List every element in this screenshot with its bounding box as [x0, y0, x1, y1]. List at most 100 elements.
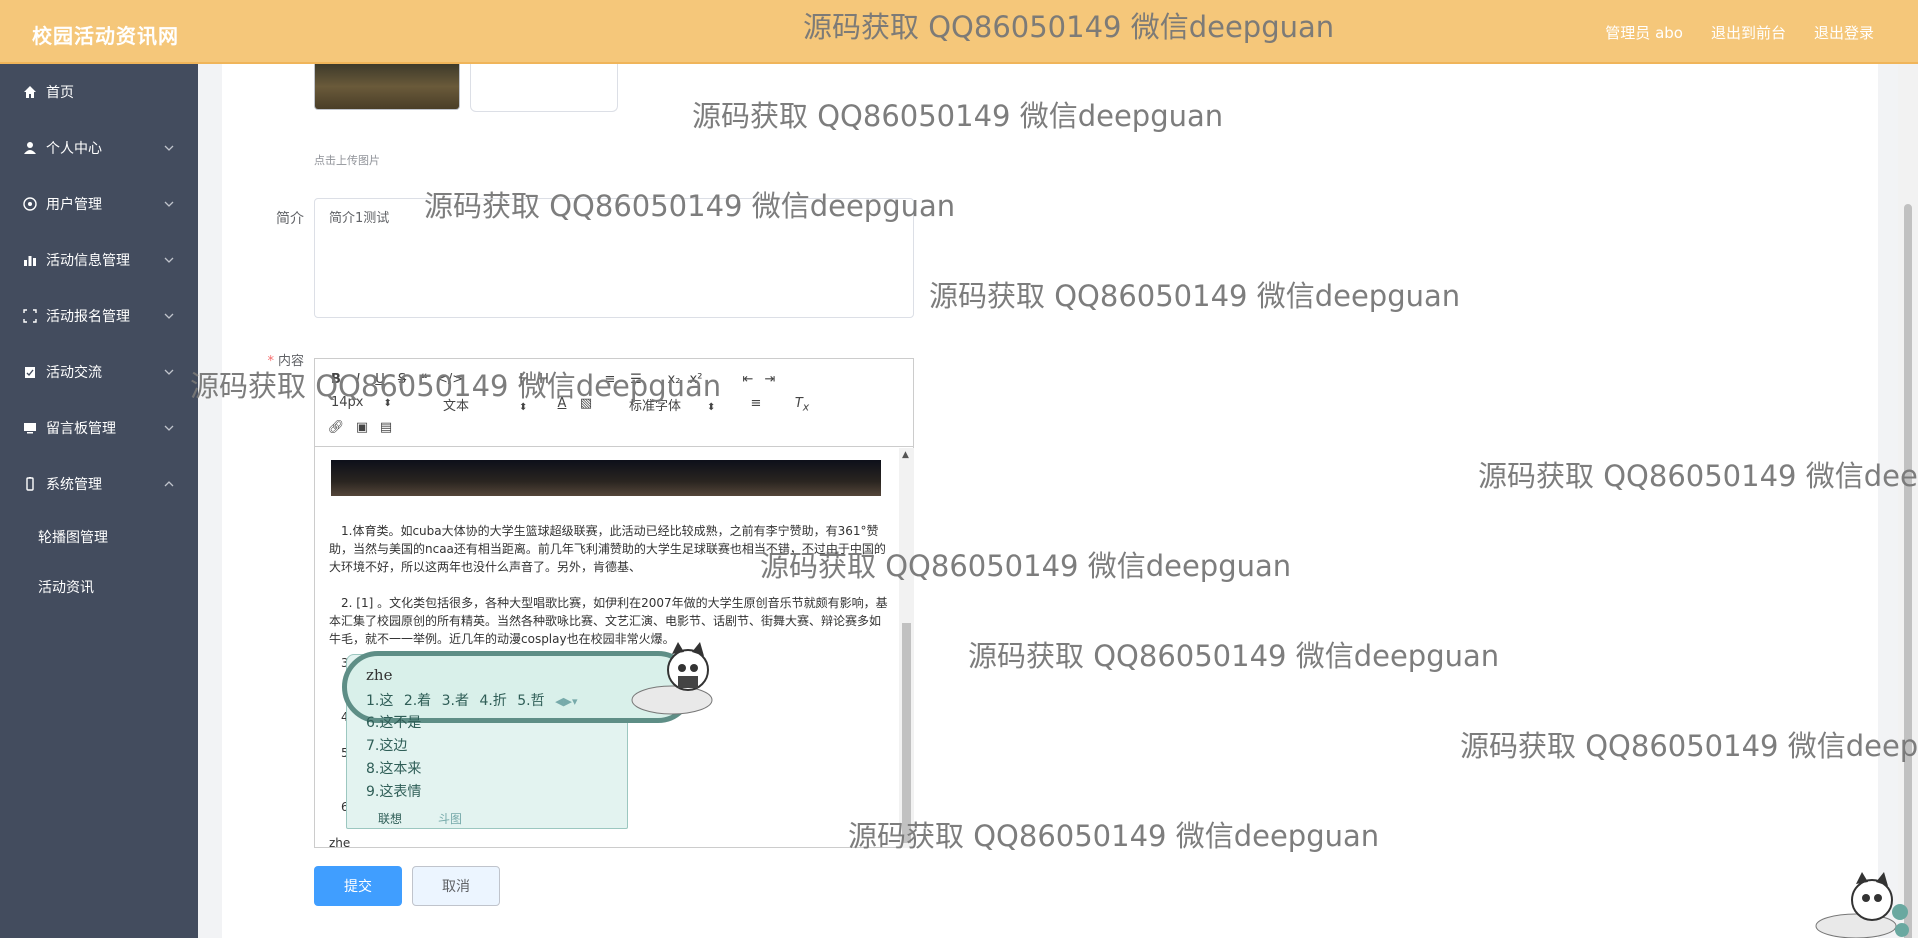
- sidebar-item-system[interactable]: 系统管理: [0, 456, 198, 512]
- floating-mascot-icon[interactable]: [1810, 872, 1910, 938]
- chevron-down-icon: [164, 257, 174, 263]
- ime-tab-sticker[interactable]: 斗图: [438, 810, 462, 827]
- site-brand[interactable]: 校园活动资讯网: [32, 20, 179, 49]
- underline-button[interactable]: U: [371, 371, 389, 389]
- page-scrollbar-thumb[interactable]: [1904, 204, 1912, 938]
- uploaded-image-thumbnail[interactable]: [314, 64, 460, 110]
- sidebar-item-label: 系统管理: [46, 477, 102, 493]
- ordered-list-icon[interactable]: ≡: [601, 371, 619, 389]
- current-user: 管理员 abo: [1605, 24, 1683, 42]
- sidebar-item-message-board[interactable]: 留言板管理: [0, 400, 198, 456]
- quote-icon[interactable]: ❝: [415, 371, 433, 389]
- sidebar-subitem-activity-news[interactable]: 活动资讯: [0, 562, 198, 612]
- heading1-button[interactable]: H: [515, 371, 533, 389]
- font-size-value: 14px: [331, 395, 364, 410]
- scroll-up-arrow-icon[interactable]: ▲: [902, 450, 909, 460]
- frame-icon: [22, 308, 38, 324]
- sidebar-item-label: 留言板管理: [46, 421, 116, 437]
- video-icon[interactable]: ▤: [377, 419, 395, 437]
- editor-paragraph-2: 2. [1] 。文化类包括很多，各种大型唱歌比赛，如伊利在2007年做的大学生原…: [329, 596, 888, 646]
- font-family-select[interactable]: 标准字体 ⬍: [629, 395, 715, 414]
- content-label: * 内容: [250, 350, 304, 369]
- sidebar-item-activity-signup[interactable]: 活动报名管理: [0, 288, 198, 344]
- chart-icon: [22, 252, 38, 268]
- users-icon: [22, 196, 38, 212]
- sidebar-item-home[interactable]: 首页: [0, 64, 198, 120]
- sidebar-subitem-carousel[interactable]: 轮播图管理: [0, 512, 198, 562]
- sidebar-item-activity-info[interactable]: 活动信息管理: [0, 232, 198, 288]
- heading2-button[interactable]: H: [535, 371, 553, 389]
- ime-candidate[interactable]: 6.这不是: [366, 712, 421, 732]
- chevron-up-icon: [164, 481, 174, 487]
- editor-paragraph-1: 1.体育类。如cuba大体协的大学生篮球超级联赛，此活动已经比较成熟，之前有李宁…: [329, 524, 886, 574]
- strikethrough-button[interactable]: S: [393, 371, 411, 389]
- font-family-value: 标准字体: [629, 399, 682, 414]
- sidebar-item-label: 活动报名管理: [46, 309, 130, 325]
- sidebar-item-label: 活动交流: [46, 365, 102, 381]
- editor-scrollbar-thumb[interactable]: [902, 623, 911, 843]
- subscript-button[interactable]: x₂: [665, 371, 683, 389]
- select-arrow-icon: ⬍: [383, 398, 392, 409]
- chevron-down-icon: [164, 145, 174, 151]
- select-arrow-icon: ⬍: [707, 402, 716, 413]
- italic-button[interactable]: I: [349, 371, 367, 389]
- chevron-down-icon: [164, 369, 174, 375]
- clipboard-icon: [22, 364, 38, 380]
- battery-icon: [22, 476, 38, 492]
- font-size-select[interactable]: 14px ⬍: [331, 395, 392, 410]
- ime-candidate[interactable]: 9.这表情: [366, 781, 421, 801]
- ime-candidate[interactable]: 5.哲: [517, 693, 544, 709]
- user-icon: [22, 140, 38, 156]
- background-color-icon[interactable]: ▧: [577, 395, 595, 413]
- home-icon: [22, 84, 38, 100]
- indent-icon[interactable]: ⇥: [761, 371, 779, 389]
- clear-format-icon[interactable]: Tx: [793, 395, 811, 414]
- image-icon[interactable]: ▣: [353, 419, 371, 437]
- ime-candidate[interactable]: 4.折: [479, 693, 506, 709]
- editor-toolbar: B I U S ❝ </> H H ≡ ☰ x₂ x² ⇤ ⇥ 14px ⬍ 文本…: [315, 359, 913, 447]
- code-icon[interactable]: </>: [437, 371, 463, 389]
- chevron-down-icon: [164, 425, 174, 431]
- format-select[interactable]: 文本 ⬍: [443, 395, 527, 414]
- monitor-icon: [22, 420, 38, 436]
- link-icon[interactable]: 🔗︎: [327, 419, 345, 437]
- ime-candidate[interactable]: 1.这: [366, 693, 393, 709]
- editor-typed-text: zhe: [329, 836, 351, 848]
- chevron-down-icon: [164, 201, 174, 207]
- chevron-down-icon: [164, 313, 174, 319]
- superscript-button[interactable]: x²: [687, 371, 705, 389]
- font-color-icon[interactable]: A: [553, 395, 571, 413]
- ime-page-arrows-icon[interactable]: ◀▶▾: [555, 695, 577, 708]
- ime-candidate[interactable]: 7.这边: [366, 735, 407, 755]
- cancel-button[interactable]: 取消: [412, 866, 500, 906]
- format-value: 文本: [443, 399, 470, 414]
- back-to-front-link[interactable]: 退出到前台: [1711, 22, 1786, 43]
- header-actions: 管理员 abo 退出到前台 退出登录: [1605, 22, 1874, 43]
- align-icon[interactable]: ≡: [747, 395, 765, 413]
- intro-textarea[interactable]: 简介1测试: [314, 198, 914, 318]
- sidebar-item-activity-exchange[interactable]: 活动交流: [0, 344, 198, 400]
- sidebar-item-users[interactable]: 用户管理: [0, 176, 198, 232]
- select-arrow-icon: ⬍: [519, 402, 528, 413]
- sidebar-item-label: 个人中心: [46, 141, 102, 157]
- sidebar: 首页 个人中心 用户管理 活动信息管理 活动报名管理 活动交流 留言板管理 系统…: [0, 64, 198, 938]
- submit-button[interactable]: 提交: [314, 866, 402, 906]
- logout-link[interactable]: 退出登录: [1814, 22, 1874, 43]
- editor-scrollbar[interactable]: ▲: [899, 448, 914, 848]
- sidebar-item-profile[interactable]: 个人中心: [0, 120, 198, 176]
- sidebar-item-label: 用户管理: [46, 197, 102, 213]
- page-scrollbar[interactable]: [1898, 64, 1918, 938]
- ime-candidate-row: 1.这 2.着 3.者 4.折 5.哲 ◀▶▾: [366, 690, 584, 710]
- content-label-text: 内容: [277, 354, 304, 369]
- ime-candidate[interactable]: 2.着: [404, 693, 431, 709]
- ime-candidate[interactable]: 8.这本来: [366, 758, 421, 778]
- sidebar-item-label: 活动信息管理: [46, 253, 130, 269]
- upload-tip: 点击上传图片: [314, 154, 380, 167]
- image-upload-box[interactable]: [470, 64, 618, 112]
- bold-button[interactable]: B: [327, 371, 345, 389]
- ime-candidate[interactable]: 3.者: [442, 693, 469, 709]
- ime-tab-association[interactable]: 联想: [378, 810, 402, 827]
- outdent-icon[interactable]: ⇤: [739, 371, 757, 389]
- unordered-list-icon[interactable]: ☰: [627, 371, 645, 389]
- ime-composition-text: zhe: [366, 666, 393, 684]
